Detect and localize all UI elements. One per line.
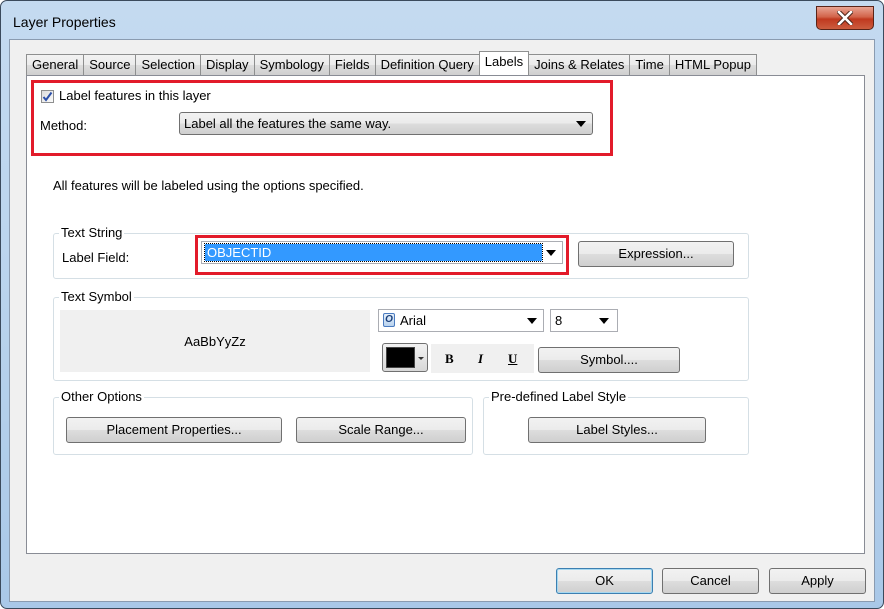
chevron-down-icon <box>527 318 537 324</box>
symbol-button[interactable]: Symbol.... <box>538 347 680 373</box>
opentype-font-icon: O <box>383 313 395 327</box>
labels-tab-panel: Label features in this layer Method: Lab… <box>26 75 865 554</box>
method-value: Label all the features the same way. <box>184 116 392 131</box>
font-dropdown[interactable]: O Arial <box>378 309 544 332</box>
text-symbol-title: Text Symbol <box>59 289 134 305</box>
underline-button[interactable]: U <box>508 351 517 367</box>
color-picker[interactable] <box>382 343 428 372</box>
text-format-toolbar: B I U <box>431 344 534 373</box>
chevron-down-icon <box>576 121 586 127</box>
scale-range-button[interactable]: Scale Range... <box>296 417 466 443</box>
tab-general[interactable]: General <box>26 54 85 75</box>
font-size-value: 8 <box>555 313 563 328</box>
ok-button[interactable]: OK <box>556 568 653 594</box>
chevron-down-icon <box>546 250 556 256</box>
label-field-value: OBJECTID <box>204 243 543 262</box>
cancel-button[interactable]: Cancel <box>662 568 759 594</box>
bold-button[interactable]: B <box>445 351 454 367</box>
text-symbol-preview: AaBbYyZz <box>60 310 370 372</box>
window-title: Layer Properties <box>13 14 116 30</box>
label-field-dropdown[interactable]: OBJECTID <box>201 241 563 264</box>
label-styles-button[interactable]: Label Styles... <box>528 417 706 443</box>
tab-time[interactable]: Time <box>630 54 670 75</box>
apply-button[interactable]: Apply <box>769 568 866 594</box>
method-label: Method: <box>40 118 87 133</box>
label-field-label: Label Field: <box>62 250 130 265</box>
chevron-down-icon <box>599 318 609 324</box>
tab-symbology[interactable]: Symbology <box>254 54 330 75</box>
method-dropdown[interactable]: Label all the features the same way. <box>179 112 593 135</box>
italic-button[interactable]: I <box>478 351 483 367</box>
font-size-dropdown[interactable]: 8 <box>550 309 618 332</box>
text-string-title: Text String <box>59 225 125 241</box>
tab-fields[interactable]: Fields <box>329 54 376 75</box>
tab-strip: General Source Selection Display Symbolo… <box>26 51 757 75</box>
expression-button[interactable]: Expression... <box>578 241 734 267</box>
color-swatch <box>386 347 415 368</box>
checkmark-icon <box>42 91 53 102</box>
tab-labels[interactable]: Labels <box>478 51 530 75</box>
placement-properties-button[interactable]: Placement Properties... <box>66 417 282 443</box>
dialog-client-area: General Source Selection Display Symbolo… <box>9 39 875 602</box>
tab-display[interactable]: Display <box>200 54 255 75</box>
layer-properties-dialog: Layer Properties General Source Selectio… <box>0 0 884 609</box>
tab-selection[interactable]: Selection <box>136 54 201 75</box>
info-text: All features will be labeled using the o… <box>53 178 364 193</box>
tab-definition-query[interactable]: Definition Query <box>375 54 480 75</box>
label-features-checkbox[interactable] <box>41 90 54 103</box>
tab-html-popup[interactable]: HTML Popup <box>669 54 757 75</box>
tab-source[interactable]: Source <box>84 54 137 75</box>
close-button[interactable] <box>816 6 874 30</box>
predefined-label-style-title: Pre-defined Label Style <box>489 389 629 405</box>
label-features-label: Label features in this layer <box>59 88 211 103</box>
font-value: Arial <box>400 313 427 328</box>
close-x-icon <box>837 11 853 25</box>
tab-joins-relates[interactable]: Joins & Relates <box>529 54 631 75</box>
color-dropdown-arrow-icon <box>418 357 424 360</box>
other-options-title: Other Options <box>59 389 144 405</box>
